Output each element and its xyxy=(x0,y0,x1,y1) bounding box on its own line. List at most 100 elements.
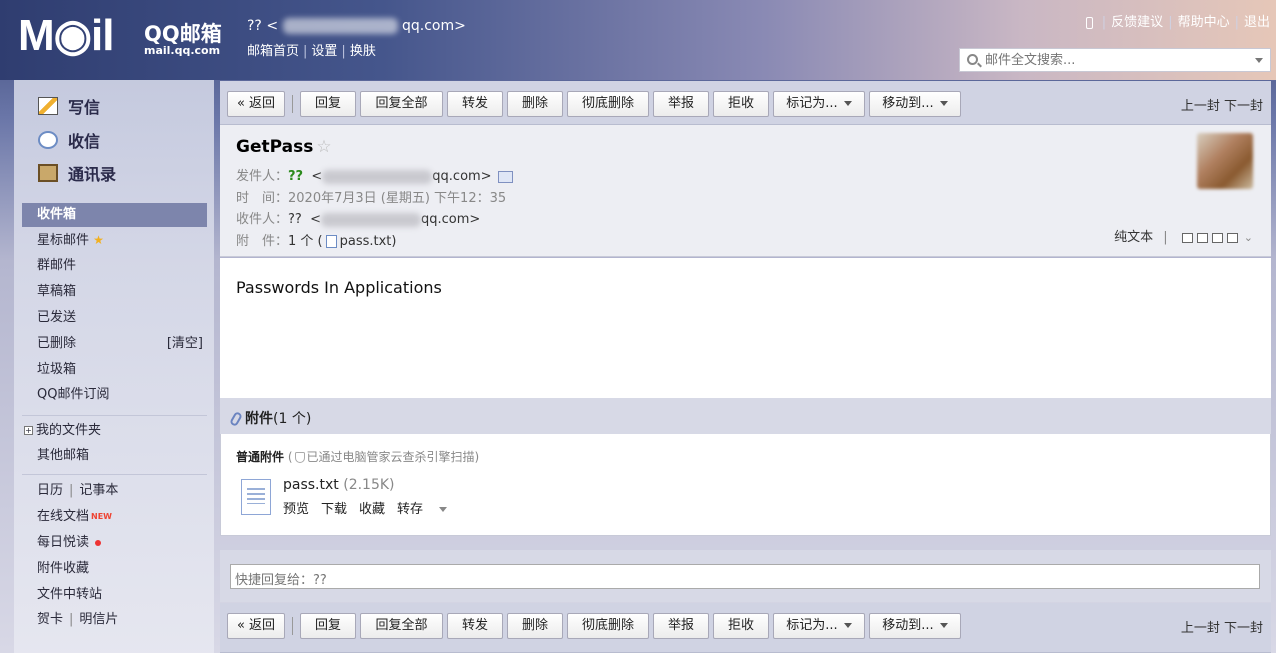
contacts-button[interactable]: 通讯录 xyxy=(38,161,116,185)
search-dropdown-icon[interactable] xyxy=(1255,58,1263,63)
reply-button[interactable]: 回复 xyxy=(300,613,356,639)
attachment-count: (1 个) xyxy=(273,411,312,427)
notes-link[interactable]: 记事本 xyxy=(79,483,118,498)
to-label: 收件人： xyxy=(236,212,289,227)
logout-link[interactable]: 退出 xyxy=(1244,15,1270,30)
my-folders[interactable]: + 我的文件夹 xyxy=(22,419,207,443)
reject-button[interactable]: 拒收 xyxy=(713,91,769,117)
folder-spam[interactable]: 垃圾箱 xyxy=(22,358,207,382)
text-file-icon[interactable] xyxy=(241,479,271,515)
search-box[interactable] xyxy=(959,48,1271,72)
from-name[interactable]: ?? xyxy=(288,169,303,184)
phone-icon[interactable] xyxy=(1085,16,1093,29)
attachment-actions: 预览 下载 收藏 转存 xyxy=(283,498,471,517)
reply-all-button[interactable]: 回复全部 xyxy=(360,613,443,639)
attachment-kind: 普通附件 (已通过电脑管家云查杀引擎扫描) xyxy=(236,448,479,465)
note-icon[interactable] xyxy=(1196,232,1208,243)
help-link[interactable]: 帮助中心 xyxy=(1178,15,1230,30)
save-icon[interactable] xyxy=(1211,232,1223,243)
download-link[interactable]: 下载 xyxy=(321,502,347,517)
star-toggle-icon[interactable]: ☆ xyxy=(316,137,331,157)
move-to-dropdown[interactable]: 移动到... xyxy=(869,91,961,117)
from-redacted xyxy=(322,169,433,184)
move-to-dropdown[interactable]: 移动到... xyxy=(869,613,961,639)
daily-read[interactable]: 每日悦读 xyxy=(22,531,207,555)
nav-settings[interactable]: 设置 xyxy=(311,44,337,59)
feedback-link[interactable]: 反馈建议 xyxy=(1111,15,1163,30)
folder-subscriptions[interactable]: QQ邮件订阅 xyxy=(22,383,207,407)
chevron-down-icon xyxy=(843,623,852,628)
new-window-icon[interactable] xyxy=(1181,232,1193,243)
sender-avatar[interactable] xyxy=(1197,133,1253,189)
folder-drafts[interactable]: 草稿箱 xyxy=(22,280,207,304)
inbox-icon xyxy=(38,131,58,149)
reject-button[interactable]: 拒收 xyxy=(713,613,769,639)
next-mail-link[interactable]: 下一封 xyxy=(1224,621,1263,636)
logo-url: mail.qq.com xyxy=(144,44,221,57)
attachment-box: 普通附件 (已通过电脑管家云查杀引擎扫描) pass.txt (2.15K) 预… xyxy=(220,434,1271,536)
postcard-link[interactable]: 明信片 xyxy=(79,612,118,627)
pipe-sep: | xyxy=(69,612,74,627)
from-domain: qq.com> xyxy=(432,169,492,184)
chevron-down-icon xyxy=(439,507,448,512)
to-name[interactable]: ?? xyxy=(288,212,302,227)
favorite-link[interactable]: 收藏 xyxy=(359,502,385,517)
delete-button[interactable]: 删除 xyxy=(507,613,563,639)
attachment-favorites[interactable]: 附件收藏 xyxy=(22,557,207,581)
delete-button[interactable]: 删除 xyxy=(507,91,563,117)
print-icon[interactable] xyxy=(1226,232,1238,243)
nav-sep: | xyxy=(303,44,308,59)
reply-button[interactable]: 回复 xyxy=(300,91,356,117)
prev-mail-link[interactable]: 上一封 xyxy=(1181,99,1220,114)
calendar-link[interactable]: 日历 xyxy=(37,483,63,498)
greeting-card-link[interactable]: 贺卡 xyxy=(37,612,63,627)
daily-read-label: 每日悦读 xyxy=(37,535,90,550)
chevron-down-icon[interactable]: ⌄ xyxy=(1244,231,1253,244)
attachment-file-name[interactable]: pass.txt xyxy=(283,477,339,493)
folder-starred[interactable]: 星标邮件 ★ xyxy=(22,228,207,252)
expand-icon[interactable]: + xyxy=(24,426,33,435)
reply-all-button[interactable]: 回复全部 xyxy=(360,91,443,117)
card-postcard-row: 贺卡 | 明信片 xyxy=(22,608,207,632)
account-domain: qq.com> xyxy=(401,18,466,34)
file-transfer[interactable]: 文件中转站 xyxy=(22,583,207,607)
attach-file-link[interactable]: pass.txt xyxy=(340,234,392,249)
time-row: 时 间：2020年7月3日 (星期五) 下午12：35 xyxy=(236,187,506,206)
perm-delete-button[interactable]: 彻底删除 xyxy=(567,91,649,117)
nav-skin[interactable]: 换肤 xyxy=(350,44,376,59)
mark-as-dropdown[interactable]: 标记为... xyxy=(773,613,865,639)
prev-mail-link[interactable]: 上一封 xyxy=(1181,621,1220,636)
clear-deleted-link[interactable]: [清空] xyxy=(167,332,203,356)
plain-text-link[interactable]: 纯文本 xyxy=(1114,230,1153,245)
next-mail-link[interactable]: 下一封 xyxy=(1224,99,1263,114)
nav-mail-home[interactable]: 邮箱首页 xyxy=(247,44,299,59)
report-button[interactable]: 举报 xyxy=(653,91,709,117)
preview-link[interactable]: 预览 xyxy=(283,502,309,517)
folder-group[interactable]: 群邮件 xyxy=(22,254,207,278)
write-button[interactable]: 写信 xyxy=(38,94,100,118)
top-links: | 反馈建议 | 帮助中心 | 退出 xyxy=(1085,11,1270,30)
search-icon[interactable] xyxy=(967,54,978,65)
report-button[interactable]: 举报 xyxy=(653,613,709,639)
save-to-dropdown[interactable]: 转存 xyxy=(397,502,459,517)
back-button[interactable]: « 返回 xyxy=(227,91,285,117)
folder-sent[interactable]: 已发送 xyxy=(22,306,207,330)
folder-inbox[interactable]: 收件箱 xyxy=(22,203,207,227)
folder-label: 已删除 xyxy=(37,336,77,351)
back-button[interactable]: « 返回 xyxy=(227,613,285,639)
forward-button[interactable]: 转发 xyxy=(447,91,503,117)
online-docs[interactable]: 在线文档 NEW xyxy=(22,505,207,529)
forward-button[interactable]: 转发 xyxy=(447,613,503,639)
search-input[interactable] xyxy=(985,51,1245,69)
account-lt: < xyxy=(266,18,279,34)
mail-subject: GetPass ☆ xyxy=(236,137,332,157)
other-mailbox[interactable]: 其他邮箱 xyxy=(22,444,207,468)
perm-delete-button[interactable]: 彻底删除 xyxy=(567,613,649,639)
qqmail-logo[interactable]: M◉il QQ邮箱 mail.qq.com xyxy=(18,14,222,58)
receive-button[interactable]: 收信 xyxy=(38,128,100,152)
folder-deleted[interactable]: 已删除 [清空] xyxy=(22,332,207,356)
quick-reply-input[interactable] xyxy=(230,564,1260,589)
subject-text: GetPass xyxy=(236,137,314,157)
contact-card-icon[interactable] xyxy=(497,170,513,183)
mark-as-dropdown[interactable]: 标记为... xyxy=(773,91,865,117)
